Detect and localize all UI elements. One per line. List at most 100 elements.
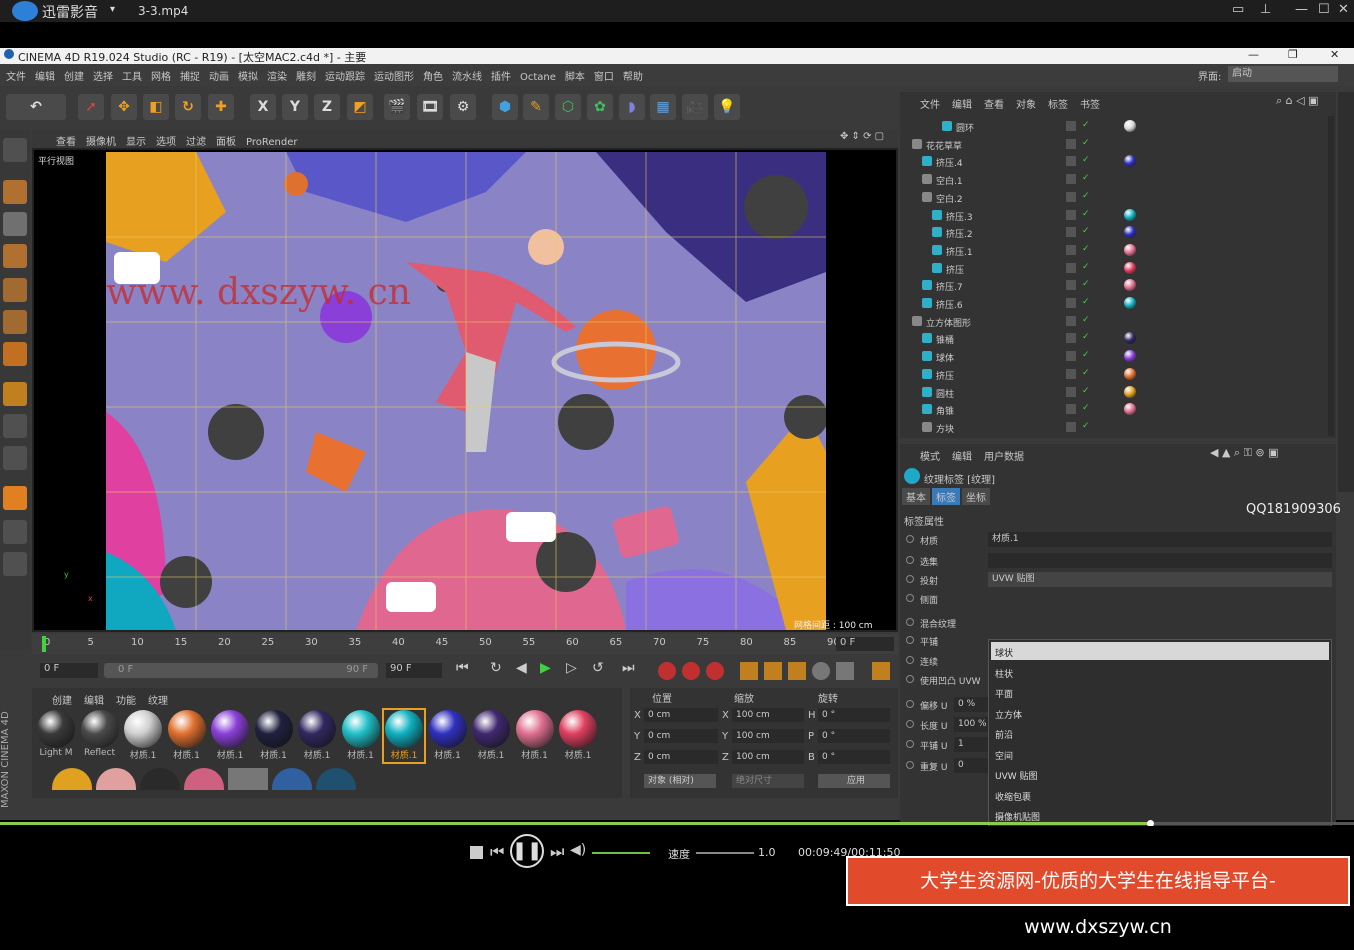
position-x-field[interactable]: 0 cm	[644, 708, 718, 722]
object-name[interactable]: 挤压.4	[936, 156, 963, 169]
menu-item[interactable]: 创建	[64, 68, 84, 83]
close-icon[interactable]: ✕	[1338, 2, 1349, 17]
material-swatch[interactable]: 材质.1	[167, 710, 207, 762]
render-view-button[interactable]: 🎬	[384, 94, 410, 120]
enabled-check-icon[interactable]: ✓	[1082, 368, 1090, 378]
c4d-restore-icon[interactable]: ❐	[1288, 48, 1298, 61]
projection-option[interactable]: 收缩包裹	[995, 790, 1031, 803]
polygons-mode-icon[interactable]	[3, 342, 27, 366]
material-swatch[interactable]	[52, 768, 92, 790]
menu-item[interactable]: 工具	[122, 68, 142, 83]
material-swatch[interactable]: 材质.1	[471, 710, 511, 762]
object-row[interactable]: 立方体图形 ✓	[900, 313, 1336, 330]
go-to-start-icon[interactable]: ⏮	[456, 660, 469, 676]
viewport-menu-item[interactable]: ProRender	[246, 137, 297, 148]
object-name[interactable]: 挤压.6	[936, 298, 963, 311]
viewport-navigate-icon[interactable]: ✥ ⇕ ⟳ ▢	[840, 131, 884, 142]
previous-key-icon[interactable]: ◀	[516, 660, 527, 676]
animate-radio-icon[interactable]	[906, 675, 914, 683]
visibility-toggle-icon[interactable]	[1066, 386, 1076, 397]
layout-select[interactable]: 启动	[1228, 66, 1338, 82]
enabled-check-icon[interactable]: ✓	[1082, 173, 1090, 183]
deformer-icon[interactable]: ◗	[619, 94, 645, 120]
object-menu-item[interactable]: 编辑	[952, 100, 972, 111]
object-name[interactable]: 挤压.3	[946, 210, 973, 223]
menu-item[interactable]: 窗口	[594, 68, 614, 83]
enabled-check-icon[interactable]: ✓	[1082, 138, 1090, 148]
material-tag-icon[interactable]	[1124, 120, 1136, 132]
attribute-tab[interactable]: 标签	[932, 488, 960, 505]
animate-radio-icon[interactable]	[906, 720, 914, 728]
menu-item[interactable]: 捕捉	[180, 68, 200, 83]
object-menu-item[interactable]: 标签	[1048, 100, 1068, 111]
material-swatch[interactable]: 材质.1	[254, 710, 294, 762]
3d-viewport[interactable]: 平行视图 www. dxszyw. cn 网格间距: 100 cm y x	[32, 148, 898, 632]
animate-radio-icon[interactable]	[906, 594, 914, 602]
material-swatch[interactable]: 材质.1	[515, 710, 555, 762]
x-axis-button[interactable]: X	[250, 94, 276, 120]
object-row[interactable]: 球体 ✓	[900, 348, 1336, 365]
next-key-icon[interactable]: ▷	[566, 660, 577, 676]
object-name[interactable]: 挤压.1	[946, 245, 973, 258]
key-position-icon[interactable]	[740, 662, 758, 680]
menu-item[interactable]: 帮助	[623, 68, 643, 83]
rendered-scene[interactable]: www. dxszyw. cn	[106, 152, 826, 630]
visibility-toggle-icon[interactable]	[1066, 262, 1076, 273]
right-side-tabs[interactable]	[1338, 92, 1354, 492]
menu-item[interactable]: 网格	[151, 68, 171, 83]
key-pla-icon[interactable]	[836, 662, 854, 680]
material-tag-icon[interactable]	[1124, 367, 1136, 380]
end-icon[interactable]: ⏭	[622, 660, 635, 676]
projection-option[interactable]: 柱状	[995, 667, 1013, 680]
animate-radio-icon[interactable]	[906, 636, 914, 644]
animate-radio-icon[interactable]	[906, 700, 914, 708]
enabled-check-icon[interactable]: ✓	[1082, 297, 1090, 307]
light-icon[interactable]: 💡	[714, 94, 740, 120]
material-swatch[interactable]	[228, 768, 268, 790]
material-tag-icon[interactable]	[1124, 208, 1136, 221]
subdivision-icon[interactable]: ⬡	[555, 94, 581, 120]
menu-item[interactable]: 运动图形	[374, 68, 414, 83]
workplane-icon[interactable]	[3, 244, 27, 268]
attribute-value-field[interactable]: 100 %	[954, 717, 988, 732]
material-swatch[interactable]: 材质.1	[341, 710, 381, 762]
projection-option[interactable]: 前沿	[995, 728, 1013, 741]
enabled-check-icon[interactable]: ✓	[1082, 191, 1090, 201]
object-name[interactable]: 空白.1	[936, 174, 963, 187]
scale-z-field[interactable]: 100 cm	[732, 750, 804, 764]
animate-radio-icon[interactable]	[906, 740, 914, 748]
animate-radio-icon[interactable]	[906, 575, 914, 583]
object-name[interactable]: 挤压.2	[946, 227, 973, 240]
timeline-ruler[interactable]: 0 5 10 15 20 25 30 35 40 45 50 55 60 65 70 75 80 85 90 0 F	[32, 634, 898, 654]
object-row[interactable]: 圆柱 ✓	[900, 384, 1336, 401]
projection-option[interactable]: 空间	[995, 749, 1013, 762]
projection-option[interactable]: 球状	[995, 646, 1013, 659]
scale-y-field[interactable]: 100 cm	[732, 729, 804, 743]
material-tag-icon[interactable]	[1124, 332, 1136, 345]
model-mode-icon[interactable]	[3, 180, 27, 204]
enabled-check-icon[interactable]: ✓	[1082, 155, 1090, 165]
visibility-toggle-icon[interactable]	[1066, 156, 1076, 167]
visibility-toggle-icon[interactable]	[1066, 421, 1076, 432]
scale-tool-button[interactable]: ◧	[143, 94, 169, 120]
attribute-value-field[interactable]: 材质.1	[988, 532, 1332, 547]
attribute-menu-item[interactable]: 用户数据	[984, 452, 1024, 463]
material-swatch[interactable]	[272, 768, 312, 790]
material-tag-icon[interactable]	[1124, 279, 1136, 292]
pause-button[interactable]: ❚❚	[510, 834, 544, 868]
material-menu-item[interactable]: 功能	[116, 696, 136, 707]
material-tag-icon[interactable]	[1124, 350, 1136, 363]
object-row[interactable]: 挤压.6 ✓	[900, 295, 1336, 312]
material-menu-item[interactable]: 编辑	[84, 696, 104, 707]
menu-item[interactable]: 流水线	[452, 68, 482, 83]
enabled-check-icon[interactable]: ✓	[1082, 226, 1090, 236]
edges-mode-icon[interactable]	[3, 310, 27, 334]
magnet-icon[interactable]	[3, 486, 27, 510]
y-axis-button[interactable]: Y	[282, 94, 308, 120]
viewport-menu-item[interactable]: 摄像机	[86, 133, 116, 148]
material-swatch[interactable]: Reflect	[80, 710, 120, 762]
material-swatch[interactable]	[140, 768, 180, 790]
snap-icon[interactable]	[3, 446, 27, 470]
player-app-name[interactable]: 迅雷影音	[42, 2, 98, 22]
object-menu-item[interactable]: 对象	[1016, 100, 1036, 111]
